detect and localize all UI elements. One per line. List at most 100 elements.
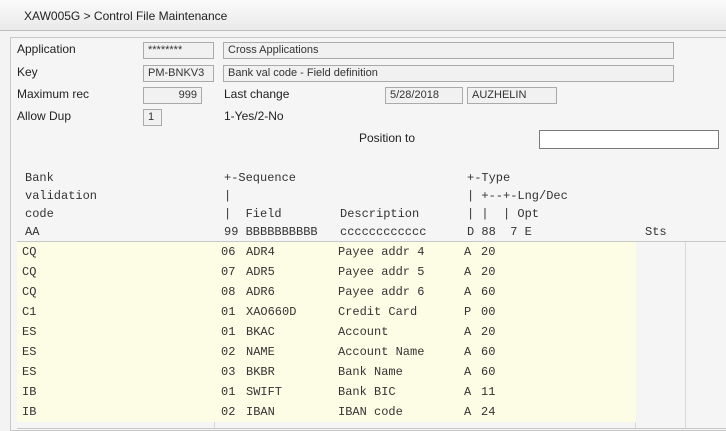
row-type: A (464, 265, 472, 279)
key-description: Bank val code - Field definition (223, 65, 674, 82)
row-description: Bank BIC (338, 385, 396, 399)
row-description: IBAN code (338, 405, 403, 419)
header-col-type-4: D 88 7 E (467, 225, 532, 239)
records-grid: CQ 06 ADR4 Payee addr 4 A 20 CQ 07 ADR5 Payee add… (17, 242, 726, 428)
row-sequence: 03 (221, 365, 236, 379)
header-col-type-1: +-Type (467, 171, 511, 185)
table-row[interactable]: ES 03 BKBR Bank Name A 60 (17, 362, 726, 382)
row-sequence: 02 (221, 405, 236, 419)
row-description: Account (338, 325, 389, 339)
row-length: 60 (481, 345, 496, 359)
row-description: Bank Name (338, 365, 403, 379)
row-description: Payee addr 5 (338, 265, 425, 279)
row-code: IB (22, 385, 37, 399)
row-background (17, 302, 636, 322)
key-field[interactable]: PM-BNKV3 (143, 65, 214, 82)
table-row[interactable]: IB 02 IBAN IBAN code A 24 (17, 402, 726, 422)
row-field: IBAN (246, 405, 275, 419)
allowdup-field[interactable]: 1 (143, 109, 162, 126)
header-col-type-2: | +--+-Lng/Dec (467, 189, 568, 203)
application-field[interactable]: ******** (143, 42, 214, 59)
key-label: Key (17, 65, 38, 79)
header-col-code-4: AA (25, 225, 40, 239)
table-row[interactable]: C1 01 XAO660D Credit Card P 00 (17, 302, 726, 322)
row-length: 20 (481, 245, 496, 259)
lastchange-label: Last change (224, 87, 290, 101)
header-col-desc-2: cccccccccccc (340, 225, 427, 239)
header-col-code-2: validation (25, 189, 98, 203)
row-field: NAME (246, 345, 275, 359)
row-length: 20 (481, 265, 496, 279)
row-field: ADR4 (246, 245, 275, 259)
row-sequence: 07 (221, 265, 236, 279)
row-description: Credit Card (338, 305, 418, 319)
header-col-code-1: Bank (25, 171, 54, 185)
row-type: A (464, 285, 472, 299)
table-row[interactable]: ES 01 BKAC Account A 20 (17, 322, 726, 342)
row-field: SWIFT (246, 385, 283, 399)
table-row[interactable]: IB 01 SWIFT Bank BIC A 11 (17, 382, 726, 402)
row-type: P (464, 305, 472, 319)
header-col-seq-1: +-Sequence (224, 171, 297, 185)
row-code: ES (22, 365, 37, 379)
maxrec-field[interactable]: 999 (143, 87, 202, 104)
row-type: A (464, 385, 472, 399)
header-col-seq-4: 99 BBBBBBBBBB (224, 225, 318, 239)
row-code: ES (22, 325, 37, 339)
row-sequence: 01 (221, 325, 236, 339)
row-code: CQ (22, 265, 37, 279)
allowdup-label: Allow Dup (17, 109, 72, 123)
header-col-seq-2: | (224, 189, 232, 203)
row-background (17, 262, 636, 282)
header-col-desc-1: Description (340, 207, 420, 221)
row-code: C1 (22, 305, 37, 319)
title-bar: XAW005G > Control File Maintenance (0, 0, 726, 31)
row-field: ADR5 (246, 265, 275, 279)
position-label: Position to (359, 131, 416, 145)
row-code: ES (22, 345, 37, 359)
row-code: CQ (22, 285, 37, 299)
table-row[interactable]: CQ 07 ADR5 Payee addr 5 A 20 (17, 262, 726, 282)
table-row[interactable]: CQ 06 ADR4 Payee addr 4 A 20 (17, 242, 726, 262)
row-background (17, 402, 636, 422)
lastchange-date: 5/28/2018 (385, 87, 463, 104)
row-sequence: 06 (221, 245, 236, 259)
application-description: Cross Applications (223, 42, 674, 59)
row-field: ADR6 (246, 285, 275, 299)
row-length: 60 (481, 365, 496, 379)
row-description: Account Name (338, 345, 425, 359)
row-background (17, 242, 636, 262)
row-type: A (464, 245, 472, 259)
application-label: Application (17, 42, 76, 56)
row-field: XAO660D (246, 305, 297, 319)
row-background (17, 282, 636, 302)
row-background (17, 382, 636, 402)
lastchange-user: AUZHELIN (467, 87, 557, 104)
row-type: A (464, 365, 472, 379)
row-length: 24 (481, 405, 496, 419)
row-field: BKAC (246, 325, 275, 339)
header-col-sts: Sts (645, 225, 667, 239)
row-background (17, 322, 636, 342)
row-length: 11 (481, 385, 496, 399)
row-type: A (464, 345, 472, 359)
row-description: Payee addr 6 (338, 285, 425, 299)
row-sequence: 01 (221, 305, 236, 319)
position-input[interactable] (539, 130, 719, 149)
row-field: BKBR (246, 365, 275, 379)
table-row[interactable]: CQ 08 ADR6 Payee addr 6 A 60 (17, 282, 726, 302)
row-sequence: 02 (221, 345, 236, 359)
table-row[interactable]: ES 02 NAME Account Name A 60 (17, 342, 726, 362)
row-length: 20 (481, 325, 496, 339)
row-background (17, 362, 636, 382)
row-background (17, 342, 636, 362)
allowdup-hint: 1-Yes/2-No (224, 109, 284, 123)
row-length: 60 (481, 285, 496, 299)
row-description: Payee addr 4 (338, 245, 425, 259)
row-type: A (464, 405, 472, 419)
header-col-code-3: code (25, 207, 54, 221)
row-type: A (464, 325, 472, 339)
row-sequence: 08 (221, 285, 236, 299)
window-title: XAW005G > Control File Maintenance (24, 9, 228, 23)
header-col-type-3: | | | Opt (467, 207, 540, 221)
